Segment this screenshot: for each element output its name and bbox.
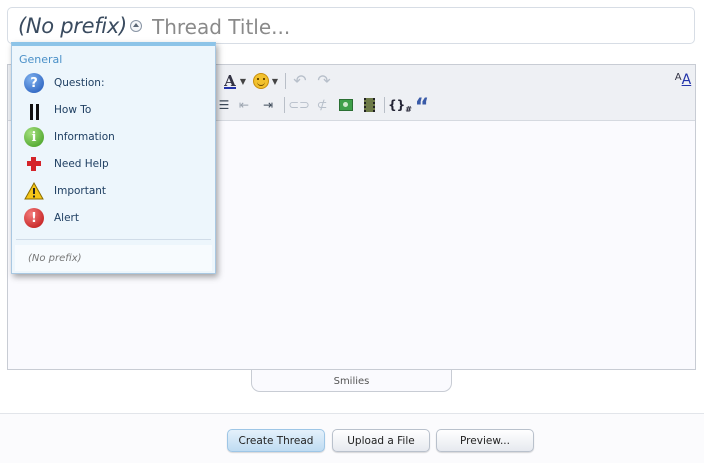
prefix-option-how-to[interactable]: How To — [24, 99, 209, 121]
remove-formatting-icon: A — [674, 71, 682, 83]
indent-button[interactable]: ⇥ — [260, 95, 276, 115]
prefix-option-label: Question: — [54, 77, 105, 89]
prefix-option-label: Alert — [54, 212, 79, 224]
red-cross-icon — [24, 154, 44, 174]
redo-button[interactable]: ↷ — [315, 70, 333, 90]
prefix-menu-divider — [16, 239, 211, 240]
insert-media-button[interactable] — [360, 95, 378, 115]
prefix-option-question[interactable]: ? Question: — [24, 72, 209, 94]
smilies-button[interactable] — [252, 71, 270, 91]
chevron-down-icon: ▼ — [271, 76, 279, 86]
thread-title-input[interactable] — [150, 11, 684, 43]
quote-icon: “ — [414, 94, 430, 120]
toolbar-divider — [285, 73, 286, 89]
prefix-menu: General ? Question: How To i Information… — [11, 42, 216, 274]
unlink-button[interactable]: ⊄ — [313, 95, 331, 115]
prefix-group-label: General — [19, 53, 63, 66]
upload-file-button[interactable]: Upload a File — [332, 429, 430, 452]
prefix-option-information[interactable]: i Information — [24, 126, 209, 148]
info-icon: i — [24, 127, 44, 147]
unlink-icon: ⊄ — [316, 97, 328, 113]
alert-icon: ! — [24, 208, 44, 228]
prefix-selector-label: (No prefix) — [18, 14, 127, 38]
prefix-option-need-help[interactable]: Need Help — [24, 153, 209, 175]
smilies-dropdown[interactable]: ▼ — [271, 71, 279, 91]
quote-button[interactable]: “ — [413, 94, 431, 120]
outdent-button[interactable]: ⇤ — [236, 95, 252, 115]
insert-image-button[interactable] — [337, 95, 355, 115]
question-icon: ? — [24, 73, 44, 93]
prefix-option-label: Important — [54, 185, 107, 197]
undo-button[interactable]: ↶ — [291, 70, 309, 90]
link-icon: ⊂⊃ — [288, 97, 310, 113]
film-icon — [363, 98, 375, 112]
thread-title-bar: (No prefix) — [7, 7, 695, 44]
prefix-option-label: Information — [54, 131, 115, 143]
toolbar-divider — [284, 97, 285, 113]
chevron-down-icon: ▼ — [239, 76, 247, 86]
code-hash-icon: # — [405, 104, 412, 114]
prefix-option-alert[interactable]: ! Alert — [24, 207, 209, 229]
remove-formatting-button[interactable]: AA — [674, 70, 692, 90]
prefix-selector[interactable]: (No prefix) — [18, 14, 142, 38]
font-color-button[interactable]: A — [222, 71, 238, 91]
warning-icon — [24, 181, 44, 201]
prefix-option-none[interactable]: (No prefix) — [15, 245, 212, 271]
list-icon: ☰ — [218, 98, 230, 112]
remove-formatting-glyph: A — [681, 72, 692, 88]
link-button[interactable]: ⊂⊃ — [288, 95, 310, 115]
chevron-up-icon[interactable] — [129, 20, 142, 32]
preview-button[interactable]: Preview... — [436, 429, 534, 452]
prefix-option-label: Need Help — [54, 158, 109, 170]
tools-icon — [24, 100, 44, 120]
image-icon — [339, 99, 353, 111]
smiley-icon — [253, 73, 269, 89]
prefix-option-important[interactable]: Important — [24, 180, 209, 202]
code-button[interactable]: {} # — [388, 95, 412, 115]
indent-icon: ⇥ — [262, 98, 274, 112]
unordered-list-button[interactable]: ☰ — [218, 95, 230, 115]
undo-icon: ↶ — [293, 70, 307, 90]
code-icon: {} — [388, 98, 406, 112]
form-actions: Create Thread Upload a File Preview... — [0, 413, 704, 463]
create-thread-button[interactable]: Create Thread — [227, 429, 325, 452]
toolbar-divider — [384, 97, 385, 113]
outdent-icon: ⇤ — [238, 98, 250, 112]
smilies-tab[interactable]: Smilies — [251, 370, 452, 392]
font-color-swatch — [224, 87, 236, 89]
font-color-dropdown[interactable]: ▼ — [239, 71, 247, 91]
redo-icon: ↷ — [317, 70, 331, 90]
prefix-option-label: How To — [54, 104, 92, 116]
